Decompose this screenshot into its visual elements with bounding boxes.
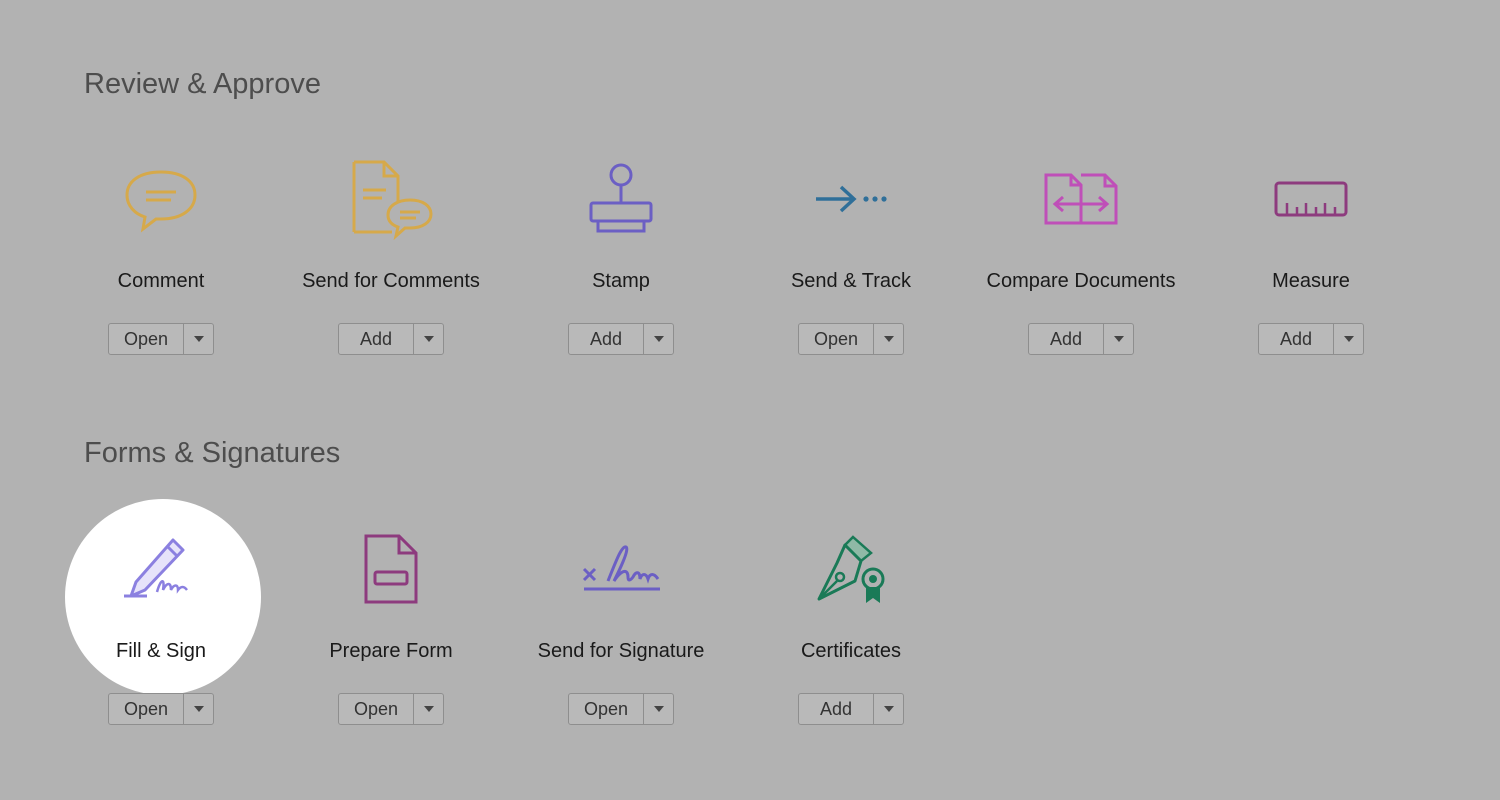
add-button[interactable]: Add bbox=[339, 324, 414, 354]
add-button[interactable]: Add bbox=[799, 694, 874, 724]
tool-stamp[interactable]: Stamp Add bbox=[506, 149, 736, 355]
dropdown-button[interactable] bbox=[184, 694, 213, 724]
tool-button-group: Open bbox=[108, 323, 214, 355]
stamp-icon bbox=[571, 149, 671, 249]
tool-button-group: Open bbox=[568, 693, 674, 725]
dropdown-button[interactable] bbox=[414, 324, 443, 354]
caret-down-icon bbox=[423, 706, 434, 712]
tool-button-group: Open bbox=[798, 323, 904, 355]
open-button[interactable]: Open bbox=[109, 324, 184, 354]
open-button[interactable]: Open bbox=[569, 694, 644, 724]
tool-label: Fill & Sign bbox=[115, 640, 207, 662]
add-button[interactable]: Add bbox=[1259, 324, 1334, 354]
tool-label: Certificates bbox=[800, 640, 902, 662]
fill-sign-icon bbox=[111, 519, 211, 619]
caret-down-icon bbox=[883, 336, 894, 342]
send-for-comments-icon bbox=[341, 149, 441, 249]
dropdown-button[interactable] bbox=[184, 324, 213, 354]
tool-button-group: Open bbox=[338, 693, 444, 725]
dropdown-button[interactable] bbox=[1104, 324, 1133, 354]
tool-comment[interactable]: Comment Open bbox=[46, 149, 276, 355]
send-for-signature-icon bbox=[571, 519, 671, 619]
open-button[interactable]: Open bbox=[109, 694, 184, 724]
tool-send-for-signature[interactable]: Send for Signature Open bbox=[506, 519, 736, 725]
tool-prepare-form[interactable]: Prepare Form Open bbox=[276, 519, 506, 725]
caret-down-icon bbox=[193, 336, 204, 342]
add-button[interactable]: Add bbox=[1029, 324, 1104, 354]
dropdown-button[interactable] bbox=[874, 324, 903, 354]
tool-send-track[interactable]: Send & Track Open bbox=[736, 149, 966, 355]
measure-icon bbox=[1261, 149, 1361, 249]
section-title-forms-signatures: Forms & Signatures bbox=[84, 437, 341, 469]
tool-button-group: Open bbox=[108, 693, 214, 725]
dropdown-button[interactable] bbox=[874, 694, 903, 724]
tool-button-group: Add bbox=[338, 323, 444, 355]
tool-label: Prepare Form bbox=[329, 640, 453, 662]
add-button[interactable]: Add bbox=[569, 324, 644, 354]
dropdown-button[interactable] bbox=[1334, 324, 1363, 354]
caret-down-icon bbox=[653, 336, 664, 342]
section-title-review-approve: Review & Approve bbox=[84, 68, 321, 100]
tool-compare-documents[interactable]: Compare Documents Add bbox=[966, 149, 1196, 355]
caret-down-icon bbox=[423, 336, 434, 342]
tool-label: Send & Track bbox=[790, 270, 912, 292]
caret-down-icon bbox=[193, 706, 204, 712]
comment-icon bbox=[111, 149, 211, 249]
tool-send-for-comments[interactable]: Send for Comments Add bbox=[276, 149, 506, 355]
open-button[interactable]: Open bbox=[799, 324, 874, 354]
tool-label: Send for Comments bbox=[302, 270, 480, 292]
tool-fill-sign[interactable]: Fill & Sign Open bbox=[46, 519, 276, 725]
certificates-icon bbox=[801, 519, 901, 619]
dropdown-button[interactable] bbox=[644, 324, 673, 354]
tool-label: Measure bbox=[1272, 270, 1350, 292]
tool-label: Comment bbox=[117, 270, 205, 292]
tool-label: Compare Documents bbox=[986, 270, 1176, 292]
tool-certificates[interactable]: Certificates Add bbox=[736, 519, 966, 725]
send-track-icon bbox=[801, 149, 901, 249]
dropdown-button[interactable] bbox=[414, 694, 443, 724]
caret-down-icon bbox=[1113, 336, 1124, 342]
tool-measure[interactable]: Measure Add bbox=[1196, 149, 1426, 355]
tool-button-group: Add bbox=[1258, 323, 1364, 355]
tool-label: Stamp bbox=[592, 270, 650, 292]
tool-button-group: Add bbox=[568, 323, 674, 355]
caret-down-icon bbox=[653, 706, 664, 712]
tool-label: Send for Signature bbox=[537, 640, 705, 662]
open-button[interactable]: Open bbox=[339, 694, 414, 724]
caret-down-icon bbox=[883, 706, 894, 712]
compare-documents-icon bbox=[1031, 149, 1131, 249]
prepare-form-icon bbox=[341, 519, 441, 619]
dropdown-button[interactable] bbox=[644, 694, 673, 724]
tool-button-group: Add bbox=[798, 693, 904, 725]
caret-down-icon bbox=[1343, 336, 1354, 342]
tool-button-group: Add bbox=[1028, 323, 1134, 355]
